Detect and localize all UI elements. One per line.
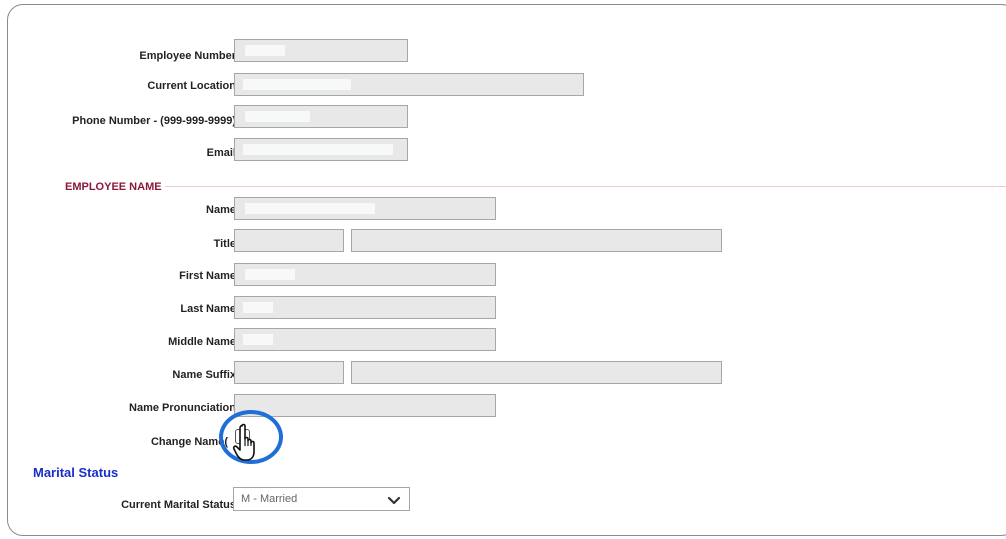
marital-status-section-title: Marital Status	[33, 465, 119, 480]
last-name-field[interactable]	[234, 296, 496, 319]
name-label: Name	[206, 204, 236, 216]
employee-number-field[interactable]	[234, 39, 408, 62]
last-name-label: Last Name	[180, 303, 236, 315]
name-pronunciation-label: Name Pronunciation	[129, 402, 236, 414]
employee-number-label: Employee Number	[139, 50, 236, 62]
name-suffix-description-field[interactable]	[351, 361, 722, 384]
employee-name-section-title: EMPLOYEE NAME	[65, 181, 162, 193]
section-divider	[165, 186, 1006, 187]
form-panel: Employee Number Current Location Phone N…	[7, 4, 1006, 536]
name-pronunciation-field[interactable]	[234, 394, 496, 417]
hand-pointer-icon	[232, 422, 262, 467]
current-location-label: Current Location	[147, 80, 236, 92]
redacted-value	[245, 203, 375, 214]
title-label: Title	[213, 238, 236, 250]
redacted-value	[243, 334, 273, 345]
current-marital-status-label: Current Marital Status	[121, 499, 236, 511]
middle-name-label: Middle Name	[168, 336, 236, 348]
email-label: Email	[206, 147, 236, 159]
chevron-down-icon	[387, 493, 401, 511]
middle-name-field[interactable]	[234, 328, 496, 351]
redacted-value	[245, 111, 310, 122]
title-description-field[interactable]	[351, 229, 722, 252]
name-suffix-label: Name Suffix	[172, 369, 236, 381]
phone-number-field[interactable]	[234, 105, 408, 128]
redacted-value	[245, 45, 285, 56]
redacted-value	[245, 269, 295, 280]
marital-status-value: M - Married	[241, 493, 298, 505]
redacted-value	[243, 79, 351, 90]
name-field[interactable]	[234, 197, 496, 220]
first-name-label: First Name	[179, 270, 236, 282]
current-location-field[interactable]	[234, 73, 584, 96]
change-name-label: Change Name(	[150, 436, 228, 448]
marital-status-select[interactable]: M - Married	[233, 487, 410, 511]
redacted-value	[243, 144, 393, 155]
phone-number-label: Phone Number - (999-999-9999)	[72, 115, 236, 127]
title-code-field[interactable]	[234, 229, 344, 252]
email-field[interactable]	[234, 138, 408, 161]
first-name-field[interactable]	[234, 263, 496, 286]
name-suffix-code-field[interactable]	[234, 361, 344, 384]
redacted-value	[243, 302, 273, 313]
